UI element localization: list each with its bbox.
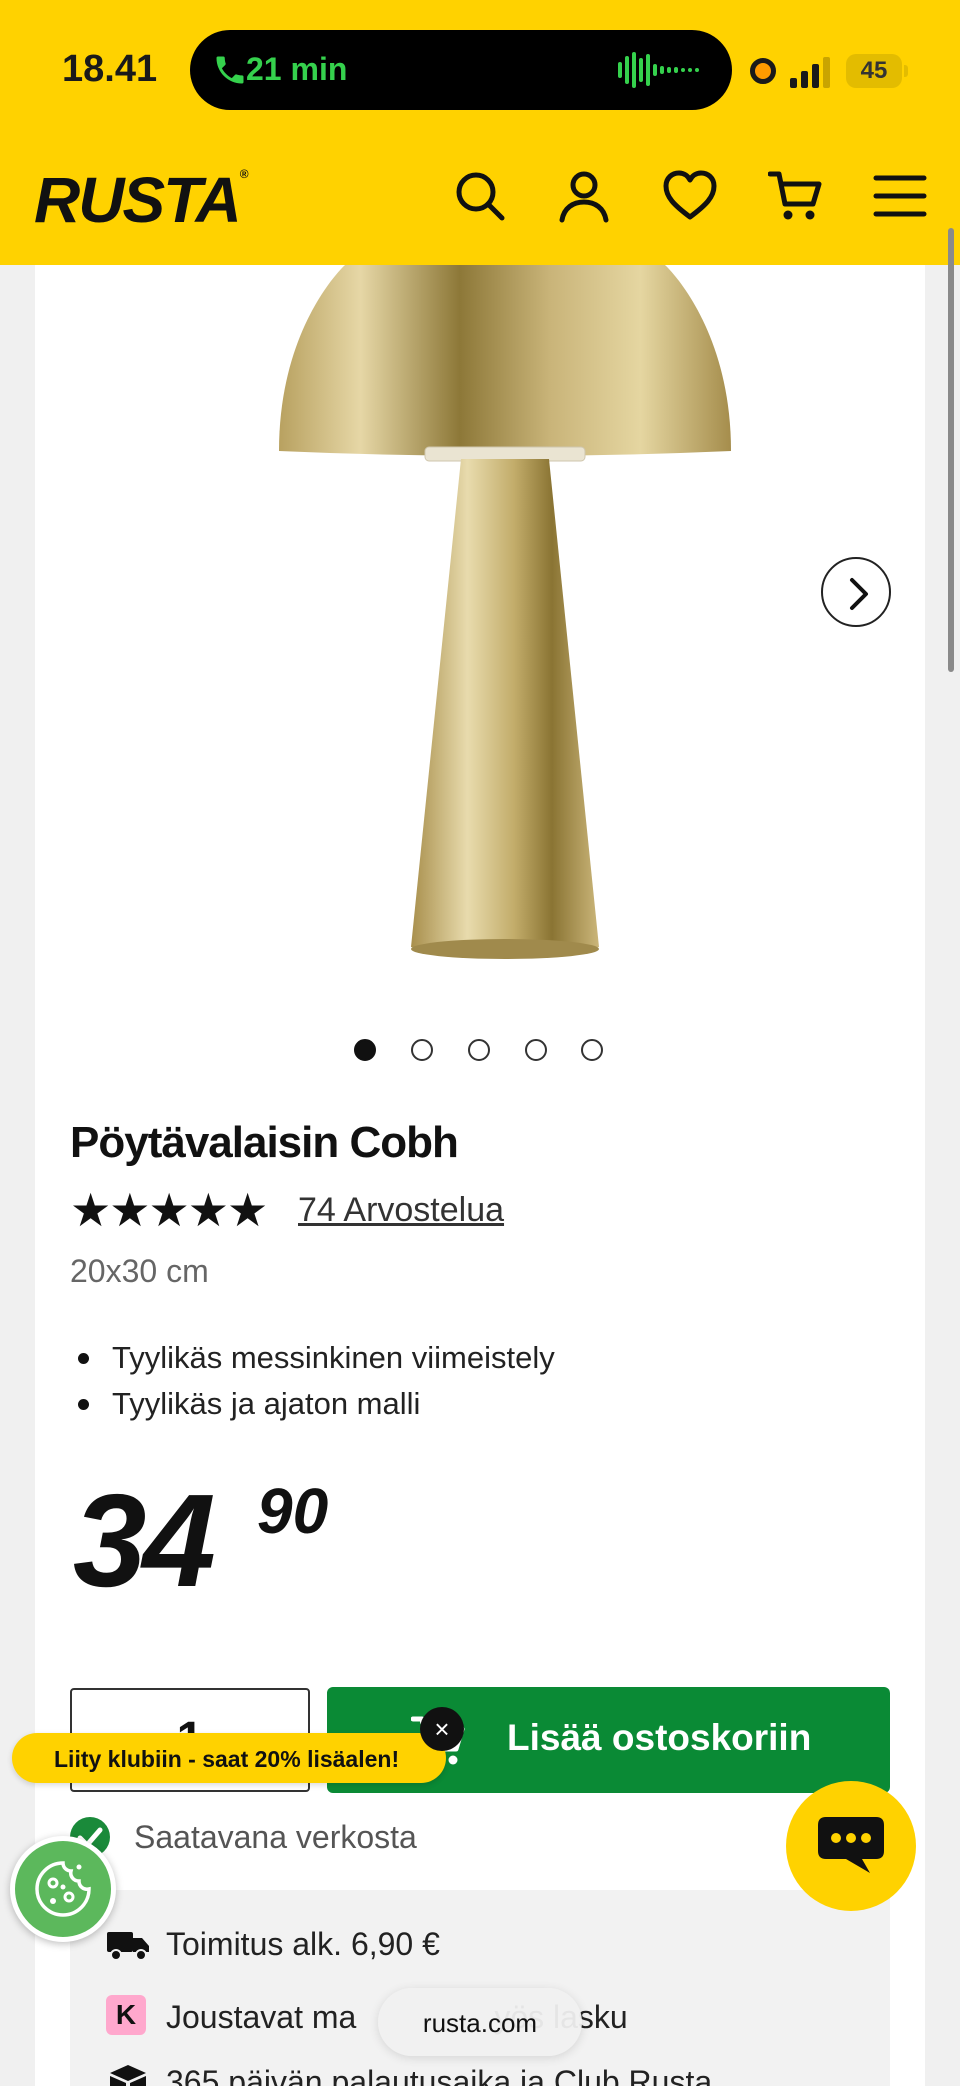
rusta-logo[interactable]: RUSTA®	[34, 168, 248, 232]
call-duration: 21 min	[246, 51, 348, 87]
account-icon[interactable]	[556, 168, 612, 224]
product-title: Pöytävalaisin Cobh	[70, 1118, 459, 1167]
reviews-link[interactable]: 74 Arvostelua	[298, 1191, 504, 1230]
status-indicators: 45	[746, 52, 916, 92]
klarna-icon: K	[106, 1995, 146, 2035]
site-header: 18.41 21 min 45 RUSTA®	[0, 0, 960, 265]
price-whole: 34	[73, 1467, 216, 1614]
logo-text: RUSTA	[34, 164, 242, 236]
chat-icon	[818, 1817, 884, 1873]
carousel-dot-1[interactable]	[354, 1039, 376, 1061]
truck-icon	[107, 1932, 149, 1961]
carousel-dot-2[interactable]	[411, 1039, 433, 1061]
feature-item: Tyylikäs ja ajaton malli	[70, 1381, 555, 1427]
box-icon	[110, 2065, 146, 2086]
scrollbar[interactable]	[948, 228, 954, 672]
returns-text: 365 päivän palautusaika ja Club Rusta	[166, 2064, 713, 2086]
dynamic-island-call[interactable]: 21 min	[190, 30, 732, 110]
feature-list: Tyylikäs messinkinen viimeistely Tyylikä…	[70, 1335, 555, 1427]
heart-icon[interactable]	[662, 168, 718, 224]
club-join-banner[interactable]: Liity klubiin - saat 20% lisäalen!	[12, 1733, 446, 1783]
audio-wave-icon	[618, 52, 699, 88]
carousel-dot-3[interactable]	[468, 1039, 490, 1061]
menu-icon[interactable]	[872, 168, 928, 224]
chat-button[interactable]	[786, 1781, 916, 1911]
payment-text-start: Joustavat ma	[166, 1999, 357, 2035]
url-text: rusta.com	[422, 2008, 538, 2038]
star-rating-icon: ★★★★★	[70, 1184, 268, 1236]
club-banner-text: Liity klubiin - saat 20% lisäalen!	[54, 1746, 400, 1772]
status-time: 18.41	[62, 48, 158, 90]
product-size: 20x30 cm	[70, 1253, 209, 1289]
browser-url-bar[interactable]: rusta.com	[378, 1988, 582, 2056]
product-card: Pöytävalaisin Cobh ★★★★★ 74 Arvostelua 2…	[35, 265, 925, 2086]
carousel-next-button[interactable]	[821, 557, 891, 627]
carousel-dot-5[interactable]	[581, 1039, 603, 1061]
close-icon[interactable]: ×	[420, 1707, 464, 1751]
battery-icon: 45	[846, 54, 908, 88]
feature-item: Tyylikäs messinkinen viimeistely	[70, 1335, 555, 1381]
product-image[interactable]	[235, 265, 775, 975]
cart-icon[interactable]	[768, 168, 824, 224]
camera-indicator-icon	[750, 58, 776, 84]
carousel-dot-4[interactable]	[525, 1039, 547, 1061]
chevron-right-icon	[850, 578, 868, 610]
price-cents: 90	[257, 1475, 329, 1547]
phone-icon	[216, 56, 244, 84]
search-icon[interactable]	[452, 168, 508, 224]
cookie-icon	[35, 1861, 91, 1917]
availability-text: Saatavana verkosta	[134, 1819, 417, 1855]
signal-icon	[790, 57, 830, 88]
delivery-text: Toimitus alk. 6,90 €	[166, 1926, 440, 1962]
add-to-cart-label: Lisää ostoskoriin	[507, 1717, 812, 1758]
cookie-settings-button[interactable]	[10, 1836, 116, 1942]
